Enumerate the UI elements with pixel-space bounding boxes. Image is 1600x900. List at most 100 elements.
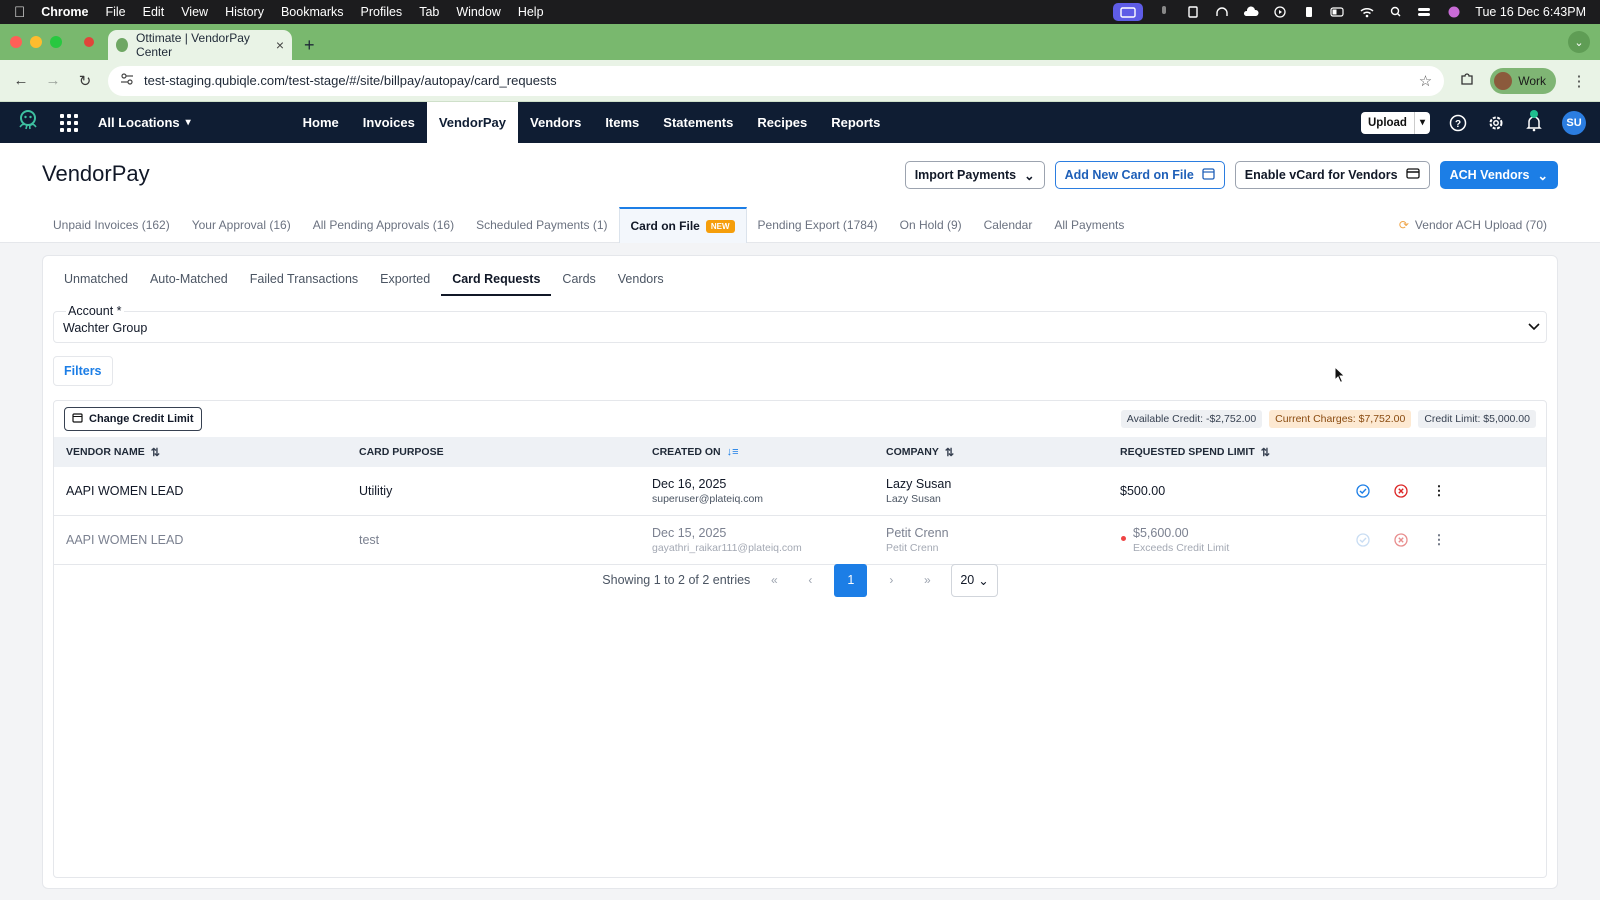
chevron-down-icon[interactable] xyxy=(1528,320,1540,334)
browser-tab-active[interactable]: Ottimate | VendorPay Center × xyxy=(108,30,292,60)
control-center-icon[interactable] xyxy=(1417,6,1433,18)
menu-file[interactable]: File xyxy=(105,5,125,19)
tab-your-approval[interactable]: Your Approval (16) xyxy=(181,207,302,243)
page-1-button[interactable]: 1 xyxy=(834,563,868,597)
menubar-clock[interactable]: Tue 16 Dec 6:43PM xyxy=(1475,5,1586,19)
bookmark-star-icon[interactable]: ☆ xyxy=(1419,72,1432,90)
nav-home[interactable]: Home xyxy=(291,102,351,143)
new-tab-button[interactable]: + xyxy=(304,30,315,60)
next-page-icon[interactable]: › xyxy=(879,573,903,587)
sort-icon[interactable]: ⇅ xyxy=(151,446,160,459)
change-credit-limit-button[interactable]: Change Credit Limit xyxy=(64,407,202,431)
more-kebab-icon[interactable]: ⋮ xyxy=(1430,531,1448,549)
header-vendor-name[interactable]: VENDOR NAME ⇅ xyxy=(66,437,160,467)
nav-recipes[interactable]: Recipes xyxy=(745,102,819,143)
tab-all-pending-approvals[interactable]: All Pending Approvals (16) xyxy=(302,207,465,243)
reject-x-icon[interactable] xyxy=(1392,531,1410,549)
nav-reports[interactable]: Reports xyxy=(819,102,892,143)
tab-unpaid-invoices[interactable]: Unpaid Invoices (162) xyxy=(42,207,181,243)
menu-bookmarks[interactable]: Bookmarks xyxy=(281,5,344,19)
siri-icon[interactable] xyxy=(1446,6,1462,18)
clipboard-icon[interactable] xyxy=(1301,6,1317,18)
ach-vendors-button[interactable]: ACH Vendors ⌄ xyxy=(1439,161,1558,189)
tab-scheduled-payments[interactable]: Scheduled Payments (1) xyxy=(465,207,618,243)
help-icon[interactable]: ? xyxy=(1448,113,1468,133)
location-selector[interactable]: All Locations ▾ xyxy=(98,115,191,130)
menu-tab[interactable]: Tab xyxy=(419,5,439,19)
headphones-icon[interactable] xyxy=(1214,6,1230,18)
upload-button[interactable]: Upload ▾ xyxy=(1360,111,1430,134)
approve-check-icon[interactable] xyxy=(1354,482,1372,500)
tab-on-hold[interactable]: On Hold (9) xyxy=(889,207,973,243)
account-select[interactable]: Account * Wachter Group xyxy=(53,304,1547,343)
tab-pending-export[interactable]: Pending Export (1784) xyxy=(747,207,889,243)
extensions-puzzle-icon[interactable] xyxy=(1458,71,1476,91)
wifi-icon[interactable] xyxy=(1359,6,1375,18)
subtab-card-requests[interactable]: Card Requests xyxy=(441,268,552,296)
menu-window[interactable]: Window xyxy=(456,5,500,19)
nav-vendors[interactable]: Vendors xyxy=(518,102,593,143)
sort-icon[interactable]: ⇅ xyxy=(945,446,954,459)
forward-arrow-icon[interactable]: → xyxy=(44,72,62,89)
prev-page-icon[interactable]: ‹ xyxy=(798,573,822,587)
enable-vcard-button[interactable]: Enable vCard for Vendors xyxy=(1234,161,1430,189)
tab-search-chevron-icon[interactable]: ⌄ xyxy=(1568,31,1590,53)
cloud-icon[interactable] xyxy=(1243,6,1259,18)
gear-icon[interactable] xyxy=(1486,113,1506,133)
recording-icon[interactable] xyxy=(84,37,94,47)
import-payments-button[interactable]: Import Payments ⌄ xyxy=(904,161,1045,189)
screen-share-icon[interactable] xyxy=(1113,3,1144,21)
last-page-icon[interactable]: » xyxy=(915,573,939,587)
app-logo-octopus-icon[interactable] xyxy=(14,107,60,138)
close-window-button[interactable] xyxy=(10,36,22,48)
menu-app-name[interactable]: Chrome xyxy=(41,5,88,19)
more-kebab-icon[interactable]: ⋮ xyxy=(1430,482,1448,500)
first-page-icon[interactable]: « xyxy=(762,573,786,587)
play-icon[interactable] xyxy=(1272,6,1288,18)
header-company[interactable]: COMPANY ⇅ xyxy=(886,437,954,467)
subtab-unmatched[interactable]: Unmatched xyxy=(53,268,139,296)
upload-label[interactable]: Upload xyxy=(1361,111,1415,134)
nav-invoices[interactable]: Invoices xyxy=(351,102,427,143)
close-tab-icon[interactable]: × xyxy=(276,37,284,53)
nav-vendorpay[interactable]: VendorPay xyxy=(426,102,519,143)
site-info-icon[interactable] xyxy=(120,73,134,88)
header-created-on[interactable]: CREATED ON ↓≡ xyxy=(652,437,739,467)
microphone-icon[interactable] xyxy=(1156,6,1172,18)
subtab-auto-matched[interactable]: Auto-Matched xyxy=(139,268,239,296)
address-bar[interactable]: test-staging.qubiqle.com/test-stage/#/si… xyxy=(108,65,1445,96)
reload-icon[interactable]: ↻ xyxy=(76,72,94,90)
add-card-on-file-button[interactable]: Add New Card on File xyxy=(1054,161,1225,189)
tab-vendor-ach-upload[interactable]: ⟳ Vendor ACH Upload (70) xyxy=(1388,207,1558,243)
battery-icon[interactable] xyxy=(1330,6,1346,18)
app-grid-icon[interactable] xyxy=(60,113,78,132)
tab-all-payments[interactable]: All Payments xyxy=(1043,207,1135,243)
filters-button[interactable]: Filters xyxy=(53,356,113,386)
minimize-window-button[interactable] xyxy=(30,36,42,48)
upload-chevron-icon[interactable]: ▾ xyxy=(1415,117,1430,128)
maximize-window-button[interactable] xyxy=(50,36,62,48)
menu-view[interactable]: View xyxy=(181,5,208,19)
page-size-select[interactable]: 20 ⌄ xyxy=(951,563,998,597)
tab-card-on-file[interactable]: Card on File NEW xyxy=(618,207,747,243)
battery-status-icon[interactable] xyxy=(1185,6,1201,18)
subtab-vendors[interactable]: Vendors xyxy=(607,268,675,296)
header-requested-spend-limit[interactable]: REQUESTED SPEND LIMIT ⇅ xyxy=(1120,437,1270,467)
subtab-cards[interactable]: Cards xyxy=(551,268,606,296)
url-text[interactable]: test-staging.qubiqle.com/test-stage/#/si… xyxy=(144,73,557,88)
nav-items[interactable]: Items xyxy=(593,102,651,143)
menu-help[interactable]: Help xyxy=(518,5,544,19)
back-arrow-icon[interactable]: ← xyxy=(12,72,30,89)
subtab-failed-transactions[interactable]: Failed Transactions xyxy=(239,268,369,296)
reject-x-icon[interactable] xyxy=(1392,482,1410,500)
subtab-exported[interactable]: Exported xyxy=(369,268,441,296)
menu-profiles[interactable]: Profiles xyxy=(361,5,403,19)
nav-statements[interactable]: Statements xyxy=(651,102,745,143)
browser-menu-kebab-icon[interactable]: ⋮ xyxy=(1570,72,1588,90)
menu-history[interactable]: History xyxy=(225,5,264,19)
sort-icon[interactable]: ⇅ xyxy=(1261,446,1270,459)
apple-icon[interactable]:  xyxy=(14,4,25,21)
profile-button[interactable]: Work xyxy=(1490,67,1556,94)
tab-calendar[interactable]: Calendar xyxy=(973,207,1044,243)
sort-descending-icon[interactable]: ↓≡ xyxy=(727,446,739,458)
